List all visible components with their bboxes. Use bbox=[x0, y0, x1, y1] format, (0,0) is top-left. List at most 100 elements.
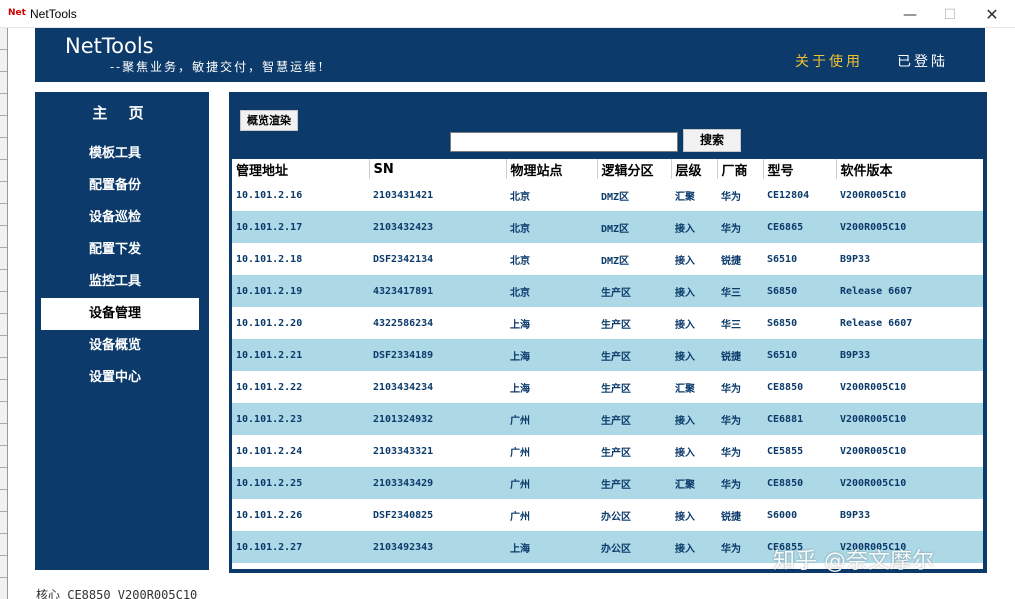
table-row[interactable]: 10.101.2.19 4323417891 北京 生产区 接入 华三 S6850 Relea… bbox=[232, 275, 983, 307]
table-cell: 生产区 bbox=[597, 275, 671, 307]
table-cell: 北京 bbox=[510, 191, 530, 203]
column-header[interactable]: 逻辑分区 bbox=[597, 159, 672, 179]
sidebar-item-monitor-tools[interactable]: 监控工具 bbox=[41, 266, 199, 298]
table-cell: 10.101.2.27 bbox=[232, 531, 369, 563]
close-button[interactable]: ✕ bbox=[972, 4, 1012, 26]
table-cell: DSF2342134 bbox=[373, 253, 434, 265]
table-cell: 10.101.2.19 bbox=[232, 275, 369, 307]
sidebar-item-device-inspection[interactable]: 设备巡检 bbox=[41, 202, 199, 234]
table-cell: 接入 bbox=[675, 511, 695, 523]
table-cell: 华为 bbox=[721, 383, 741, 395]
table-cell: 上海 bbox=[506, 339, 597, 371]
table-row[interactable]: 10.101.2.23 2101324932 广州 生产区 接入 华为 CE6881 V200… bbox=[232, 403, 983, 435]
table-cell: 10.101.2.16 bbox=[236, 189, 303, 201]
sidebar: 主 页 模板工具 配置备份 设备巡检 配置下发 监控工具 设备管理 设备概览 设… bbox=[35, 92, 209, 570]
maximize-button[interactable]: ☐ bbox=[930, 4, 970, 26]
table-cell: CE8850 bbox=[763, 467, 836, 499]
table-cell: B9P33 bbox=[840, 253, 871, 265]
table-row[interactable]: 10.101.2.20 4322586234 上海 生产区 接入 华三 S6850 Relea… bbox=[232, 307, 983, 339]
table-cell: CE8850 bbox=[767, 381, 804, 393]
table-cell: 生产区 bbox=[597, 467, 671, 499]
table-cell: 10.101.2.22 bbox=[236, 381, 303, 393]
table-cell: 10.101.2.20 bbox=[236, 317, 303, 329]
login-status[interactable]: 已登陆 bbox=[897, 51, 948, 71]
sidebar-item-config-backup[interactable]: 配置备份 bbox=[41, 170, 199, 202]
table-cell: 汇聚 bbox=[675, 383, 695, 395]
search-input[interactable] bbox=[450, 132, 678, 152]
table-row[interactable]: 10.101.2.18 DSF2342134 北京 DMZ区 接入 锐捷 S6510 B9P3… bbox=[232, 243, 983, 275]
table-cell: 华为 bbox=[721, 447, 741, 459]
sidebar-item-device-management[interactable]: 设备管理 bbox=[41, 298, 199, 330]
header-banner: NetTools --聚焦业务，敏捷交付，智慧运维! 关于使用 已登陆 bbox=[35, 28, 985, 82]
table-cell: 生产区 bbox=[601, 383, 631, 395]
column-header[interactable]: 厂商 bbox=[717, 159, 764, 179]
table-cell: 广州 bbox=[506, 467, 597, 499]
column-header[interactable]: SN bbox=[369, 159, 507, 179]
column-header[interactable]: 物理站点 bbox=[506, 159, 598, 179]
table-cell: V200R005C10 bbox=[840, 189, 907, 201]
table-header-row: 管理地址 SN 物理站点 逻辑分区 层级 厂商 型号 软件版本 bbox=[232, 159, 983, 179]
table-cell: 华为 bbox=[721, 191, 741, 203]
column-header[interactable]: 管理地址 bbox=[232, 159, 370, 179]
table-cell: DMZ区 bbox=[601, 191, 630, 203]
about-link[interactable]: 关于使用 bbox=[795, 51, 863, 71]
table-row[interactable]: 10.101.2.21 DSF2334189 上海 生产区 接入 锐捷 S6510 B9P33 bbox=[232, 339, 983, 371]
table-cell: 锐捷 bbox=[717, 339, 763, 371]
sidebar-item-config-deploy[interactable]: 配置下发 bbox=[41, 234, 199, 266]
table-cell: 华三 bbox=[717, 275, 763, 307]
table-cell: 2103343321 bbox=[373, 445, 434, 457]
table-cell: 2103434234 bbox=[373, 381, 434, 393]
table-cell: 广州 bbox=[510, 447, 530, 459]
table-cell: DMZ区 bbox=[597, 211, 671, 243]
table-cell: B9P33 bbox=[836, 339, 983, 371]
table-cell: 生产区 bbox=[597, 339, 671, 371]
sidebar-item-device-overview[interactable]: 设备概览 bbox=[41, 330, 199, 362]
table-cell: 10.101.2.18 bbox=[236, 253, 303, 265]
table-cell: S6510 bbox=[763, 339, 836, 371]
table-cell: 北京 bbox=[506, 275, 597, 307]
table-row[interactable]: 10.101.2.24 2103343321 广州 生产区 接入 华为 CE5855 V200… bbox=[232, 435, 983, 467]
table-cell: 10.101.2.23 bbox=[232, 403, 369, 435]
table-cell: V200R005C10 bbox=[836, 467, 983, 499]
table-cell: 2103431421 bbox=[373, 189, 434, 201]
table-cell: 生产区 bbox=[601, 447, 631, 459]
table-cell: 汇聚 bbox=[675, 191, 695, 203]
table-cell: 北京 bbox=[510, 255, 530, 267]
table-cell: 上海 bbox=[506, 531, 597, 563]
table-cell: 办公区 bbox=[597, 531, 671, 563]
table-row[interactable]: 10.101.2.25 2103343429 广州 生产区 汇聚 华为 CE8850 V200… bbox=[232, 467, 983, 499]
column-header[interactable]: 软件版本 bbox=[836, 159, 983, 179]
table-row[interactable]: 10.101.2.22 2103434234 上海 生产区 汇聚 华为 CE8850 V200… bbox=[232, 371, 983, 403]
table-cell: 华三 bbox=[721, 319, 741, 331]
sidebar-home-title[interactable]: 主 页 bbox=[35, 102, 209, 123]
brand-slogan: --聚焦业务，敏捷交付，智慧运维! bbox=[110, 60, 325, 74]
background-window-edge bbox=[0, 28, 8, 599]
table-cell: 2103492343 bbox=[369, 531, 506, 563]
table-cell: 接入 bbox=[675, 255, 695, 267]
search-button[interactable]: 搜索 bbox=[683, 129, 741, 152]
table-cell: 2103432423 bbox=[369, 211, 506, 243]
column-header[interactable]: 型号 bbox=[763, 159, 837, 179]
table-cell: 接入 bbox=[671, 531, 717, 563]
sidebar-item-settings-center[interactable]: 设置中心 bbox=[41, 362, 199, 394]
window-title: NetTools bbox=[30, 7, 77, 21]
table-cell: Release 6607 bbox=[840, 317, 913, 329]
table-cell: 接入 bbox=[671, 403, 717, 435]
minimize-button[interactable]: — bbox=[890, 4, 930, 26]
overview-render-button[interactable]: 概览渲染 bbox=[240, 110, 298, 131]
table-cell: V200R005C10 bbox=[836, 211, 983, 243]
table-cell: 办公区 bbox=[601, 511, 631, 523]
table-cell: 2103343429 bbox=[369, 467, 506, 499]
table-row[interactable]: 10.101.2.26 DSF2340825 广州 办公区 接入 锐捷 S6000 B9P33 bbox=[232, 499, 983, 531]
table-cell: 4323417891 bbox=[369, 275, 506, 307]
table-cell: 10.101.2.17 bbox=[232, 211, 369, 243]
table-cell: 锐捷 bbox=[721, 511, 741, 523]
table-row[interactable]: 10.101.2.16 2103431421 北京 DMZ区 汇聚 华为 CE12804 V2… bbox=[232, 179, 983, 211]
table-row[interactable]: 10.101.2.17 2103432423 北京 DMZ区 接入 华为 CE6865 V20… bbox=[232, 211, 983, 243]
background-window-text: 核心 CE8850 V200R005C10 bbox=[36, 588, 198, 599]
column-header[interactable]: 层级 bbox=[671, 159, 718, 179]
brand-title: NetTools bbox=[65, 34, 154, 58]
window-titlebar: Net NetTools — ☐ ✕ bbox=[0, 0, 1015, 28]
table-cell: S6850 bbox=[767, 317, 798, 329]
sidebar-item-template-tools[interactable]: 模板工具 bbox=[41, 138, 199, 170]
